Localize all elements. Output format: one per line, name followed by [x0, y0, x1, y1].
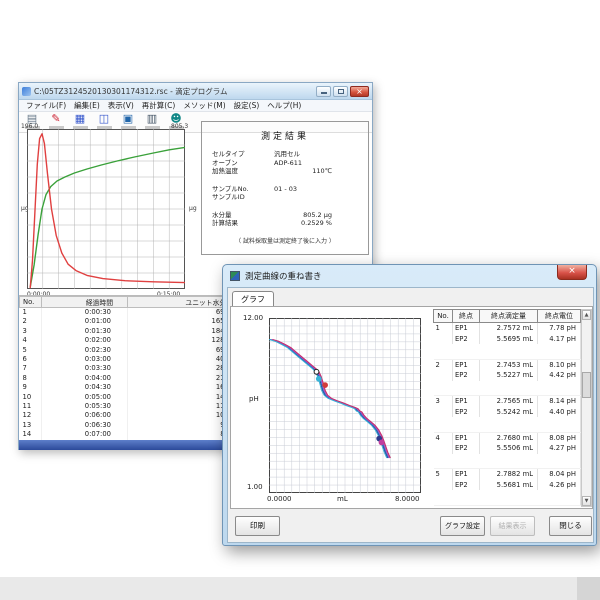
result-label: 加熱温度	[212, 167, 274, 176]
titration-graph-plot	[269, 318, 421, 493]
ep-marker	[323, 383, 328, 388]
result-label: 水分量	[212, 211, 274, 220]
app-icon	[22, 87, 31, 96]
group-spacer	[434, 344, 581, 359]
endpoint-table: No.終点終点滴定量終点電位1EP12.7572 mL7.78 pHEP25.5…	[433, 309, 592, 507]
measurement-results-panel: 測定結果 セルタイプ汎用セルオーブンADP-611加熱温度110℃サンプルNo.…	[201, 121, 369, 255]
result-row: 水分量805.2 μg	[202, 211, 368, 220]
column-header[interactable]: 経過時間	[42, 297, 128, 308]
ep-marker	[379, 440, 384, 445]
moisture-chart-plot	[27, 129, 185, 289]
result-row: オーブンADP-611	[202, 159, 368, 168]
menu-item-0[interactable]: ファイル(F)	[22, 100, 70, 111]
result-row: セルタイプ汎用セル	[202, 150, 368, 159]
result-label: 計算結果	[212, 219, 274, 228]
close-icon[interactable]: ×	[557, 265, 587, 280]
menu-item-1[interactable]: 編集(E)	[70, 100, 104, 111]
result-value: 01 - 03	[274, 185, 358, 194]
column-header[interactable]: No.	[434, 310, 453, 323]
result-display-button: 結果表示	[490, 516, 535, 536]
result-value	[274, 193, 358, 202]
graph-settings-button[interactable]: グラフ設定	[440, 516, 485, 536]
menu-item-3[interactable]: 再計算(C)	[138, 100, 180, 111]
table-row[interactable]: EP25.5506 mL4.27 pH	[434, 443, 581, 454]
menu-bar: ファイル(F)編集(E)表示(V)再計算(C)メソッド(M)設定(S)ヘルプ(H…	[19, 100, 372, 112]
result-row: サンプルID	[202, 193, 368, 202]
menu-item-6[interactable]: ヘルプ(H)	[263, 100, 305, 111]
moisture-chart: 196.0 805.3 μg μg 0:00:00 0:15:00	[19, 121, 205, 299]
table-row[interactable]: 4EP12.7680 mL8.08 pH	[434, 432, 581, 443]
y-axis-min-label: 1.00	[247, 483, 263, 491]
group-spacer	[434, 454, 581, 469]
footer-right-block	[577, 577, 600, 600]
menu-item-5[interactable]: 設定(S)	[230, 100, 264, 111]
result-value: 汎用セル	[274, 150, 358, 159]
table-row[interactable]: EP25.5681 mL4.26 pH	[434, 480, 581, 491]
menu-item-4[interactable]: メソッド(M)	[179, 100, 229, 111]
x-axis-min-label: 0.0000	[267, 495, 292, 503]
table-row[interactable]: EP25.5227 mL4.42 pH	[434, 370, 581, 381]
screen: C:\05TZ3124520130301174312.rsc - 滴定プログラム…	[0, 0, 600, 600]
table-row[interactable]: 2EP12.7453 mL8.10 pH	[434, 359, 581, 370]
close-dialog-button[interactable]: 閉じる	[549, 516, 592, 536]
result-value: 0.2529 %	[274, 219, 358, 228]
table-row[interactable]: EP25.5695 mL4.17 pH	[434, 334, 581, 345]
minimize-icon[interactable]	[316, 86, 331, 97]
results-title: 測定結果	[202, 129, 368, 142]
y-axis-title: pH	[249, 395, 259, 403]
y-axis-max-label: 12.00	[243, 314, 263, 322]
table-row[interactable]: 1EP12.7572 mL7.78 pH	[434, 323, 581, 334]
result-value: 805.2 μg	[274, 211, 358, 220]
dialog-title: 測定曲線の重ね書き	[245, 270, 322, 282]
scroll-down-icon[interactable]: ▼	[582, 496, 591, 506]
column-header[interactable]: 終点電位	[538, 310, 581, 323]
right-axis-unit-label: μg	[189, 205, 197, 212]
curve-overlay-dialog: 測定曲線の重ね書き × グラフ 12.00 pH 1.00 0.0000 mL …	[222, 264, 597, 546]
column-header[interactable]: 終点	[453, 310, 480, 323]
scroll-thumb[interactable]	[582, 372, 591, 398]
table-row[interactable]: 3EP12.7565 mL8.14 pH	[434, 396, 581, 407]
column-header[interactable]: 終点滴定量	[480, 310, 538, 323]
close-icon[interactable]: ×	[350, 86, 369, 97]
result-label: サンプルID	[212, 193, 274, 202]
result-value: ADP-611	[274, 159, 358, 168]
scrollbar[interactable]: ▲ ▼	[581, 309, 592, 507]
dialog-title-bar[interactable]: 測定曲線の重ね書き	[223, 265, 596, 286]
result-row: 計算結果0.2529 %	[202, 219, 368, 228]
scroll-up-icon[interactable]: ▲	[582, 310, 591, 320]
x-axis-max-label: 8.0000	[395, 495, 420, 503]
result-row: サンプルNo.01 - 03	[202, 185, 368, 194]
tab-page-graph: 12.00 pH 1.00 0.0000 mL 8.0000 No.終点終点滴定…	[230, 306, 593, 509]
dialog-body: グラフ 12.00 pH 1.00 0.0000 mL 8.0000 No.終点…	[227, 287, 594, 543]
group-spacer	[434, 490, 581, 505]
ep-marker	[316, 376, 321, 381]
back-title-bar[interactable]: C:\05TZ3124520130301174312.rsc - 滴定プログラム…	[19, 83, 372, 100]
result-row: 加熱温度110℃	[202, 167, 368, 176]
table-row[interactable]: EP25.5242 mL4.40 pH	[434, 407, 581, 418]
result-label: セルタイプ	[212, 150, 274, 159]
group-spacer	[434, 381, 581, 396]
table-header-row: No.終点終点滴定量終点電位	[434, 310, 581, 323]
back-window-title: C:\05TZ3124520130301174312.rsc - 滴定プログラム	[34, 86, 316, 97]
x-axis-title: mL	[337, 495, 348, 503]
result-value: 110℃	[274, 167, 358, 176]
tab-graph[interactable]: グラフ	[232, 291, 274, 307]
group-spacer	[434, 417, 581, 432]
page-footer-bar	[0, 577, 600, 600]
dialog-icon	[230, 271, 240, 281]
result-label: サンプルNo.	[212, 185, 274, 194]
ep-marker	[314, 369, 319, 374]
column-header[interactable]: No.	[20, 297, 42, 308]
maximize-icon[interactable]	[333, 86, 348, 97]
results-note: （ 試料採取量は測定終了後に入力 ）	[202, 236, 368, 245]
table-row[interactable]: 5EP12.7882 mL8.04 pH	[434, 469, 581, 480]
menu-item-2[interactable]: 表示(V)	[104, 100, 138, 111]
result-label: オーブン	[212, 159, 274, 168]
print-button[interactable]: 印刷	[235, 516, 280, 536]
